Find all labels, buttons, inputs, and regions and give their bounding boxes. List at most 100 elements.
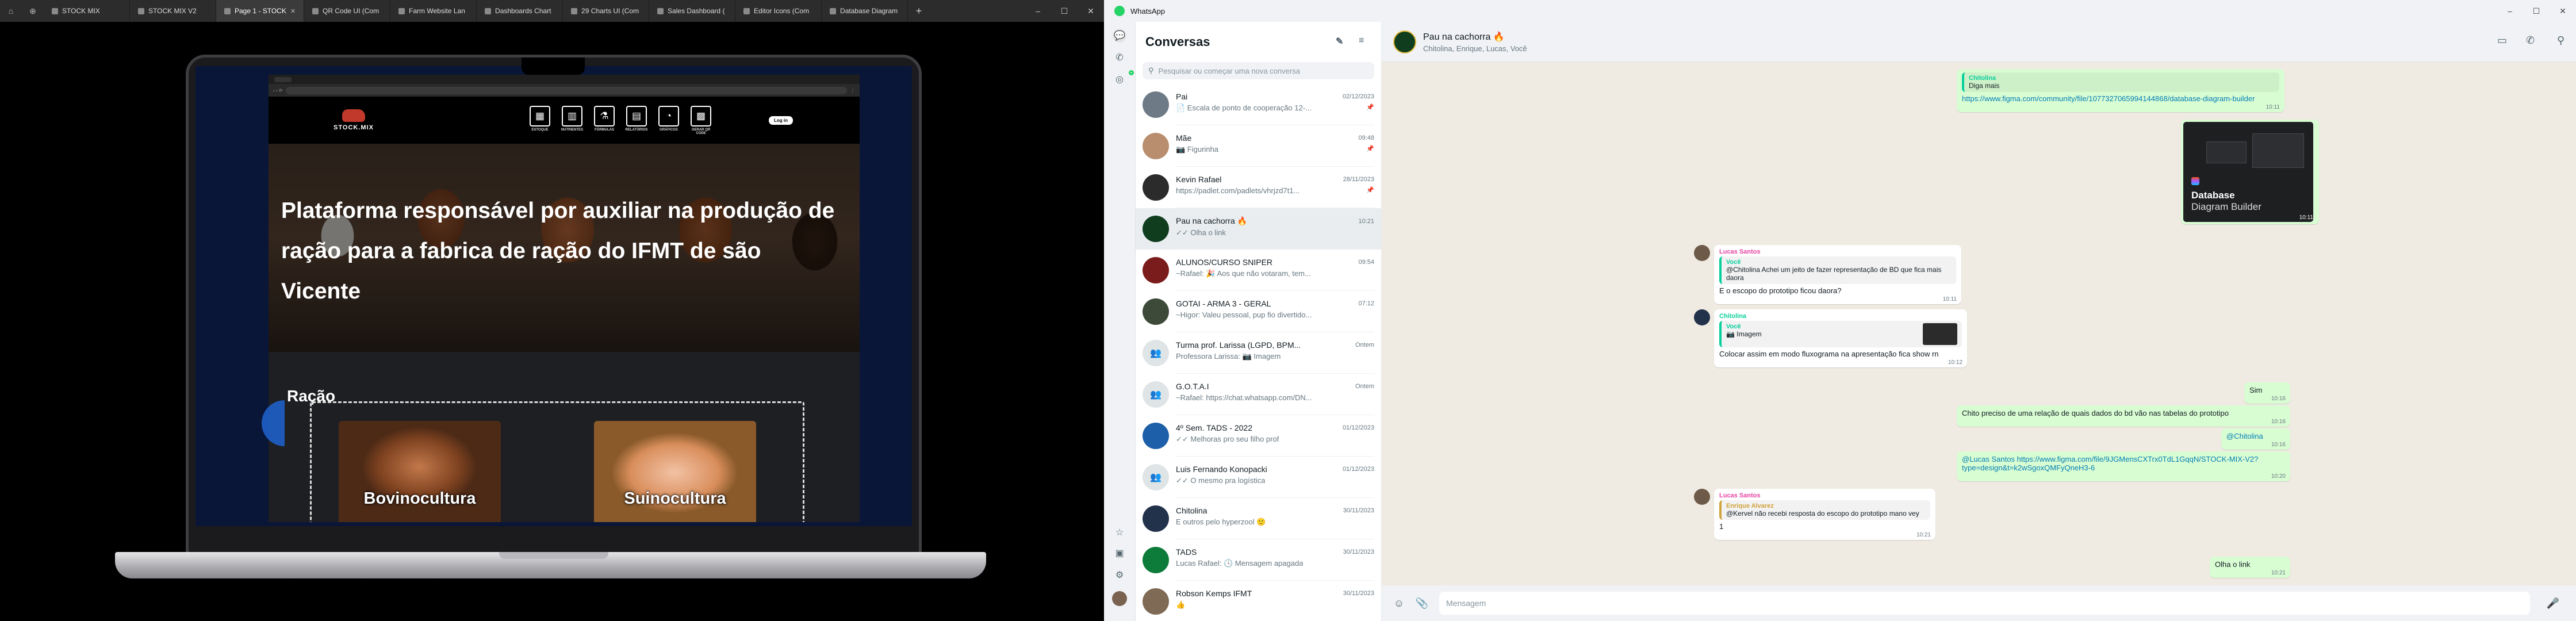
file-icon [485, 7, 492, 14]
chat-list-item[interactable]: 👥 Turma prof. Larissa (LGPD, BPM... Ontem P… [1136, 332, 1381, 374]
quoted-text: @Chitolina Achei um jeito de fazer repre… [1726, 266, 1942, 282]
site-logo[interactable]: STOCK.MIX [319, 109, 388, 131]
chat-list-item[interactable]: 👥 Luis Fernando Konopacki 01/12/2023 ✓✓ O m… [1136, 457, 1381, 498]
chat-list-item[interactable]: 👥 G.O.T.A.I Ontem ~Rafael: https://chat.wha… [1136, 374, 1381, 415]
chat-preview: ✓✓ Olha o link [1176, 228, 1226, 237]
message-bubble[interactable]: @Chitolina 10:16 [2221, 428, 2290, 450]
image-message[interactable]: Database Diagram Builder 10:11 [2181, 120, 2319, 224]
chat-list-item[interactable]: Kevin Rafael 28/11/2023 https://padlet.com… [1136, 167, 1381, 208]
message-bubble[interactable]: Lucas Santos Enrique Alvarez @Kervel não … [1714, 489, 1935, 540]
message-bubble[interactable]: Chitolina Diga mais https://www.figma.com… [1957, 69, 2284, 112]
figma-globe-icon[interactable]: ⊕ [22, 0, 44, 22]
chat-list-item[interactable]: Mãe 09:48 📷 Figurinha 📌 [1136, 125, 1381, 167]
site-brand: STOCK.MIX [334, 124, 374, 131]
close-icon[interactable]: ✕ [2550, 0, 2576, 22]
figma-tab[interactable]: Farm Website Lan [390, 0, 477, 22]
new-tab-button[interactable]: + [908, 5, 930, 17]
chat-list-item[interactable]: ALUNOS/CURSO SNIPER 09:54 ~Rafael: 🎉 Aos q… [1136, 250, 1381, 291]
calls-icon[interactable]: ✆ [1113, 51, 1126, 64]
database-diagram-image[interactable]: Database Diagram Builder [2183, 122, 2313, 222]
close-tab-icon[interactable]: ✕ [290, 7, 296, 15]
card-bovinocultura[interactable]: Bovinocultura [339, 421, 501, 522]
avatar[interactable] [1694, 489, 1710, 505]
message-bubble[interactable]: Sim 10:16 [2244, 382, 2290, 404]
chat-avatar [1143, 547, 1169, 573]
quoted-message[interactable]: Chitolina Diga mais [1962, 72, 2279, 92]
profile-avatar[interactable] [1112, 591, 1127, 606]
message-bubble[interactable]: Lucas Santos Você @Chitolina Achei um jei… [1714, 245, 1961, 304]
chat-list-item[interactable]: Pau na cachorra 🔥 10:21 ✓✓ Olha o link [1136, 208, 1381, 250]
file-icon [398, 7, 405, 14]
figma-tab[interactable]: QR Code UI (Com [304, 0, 391, 22]
maximize-icon[interactable]: ☐ [2523, 0, 2550, 22]
minimize-icon[interactable]: – [2497, 0, 2523, 22]
microphone-icon[interactable]: 🎤 [2542, 597, 2564, 610]
message-link[interactable]: https://www.figma.com/community/file/107… [1962, 94, 2279, 103]
conversation-header[interactable]: Pau na cachorra 🔥 Chitolina, Enrique, Lu… [1382, 22, 2576, 62]
chat-avatar [1143, 257, 1169, 283]
chat-avatar [1143, 298, 1169, 325]
message-input[interactable]: Mensagem [1439, 592, 2530, 615]
figma-tab[interactable]: STOCK MIX [44, 0, 130, 22]
starred-icon[interactable]: ☆ [1113, 526, 1126, 539]
site-nav-item[interactable]: ⚗ FÓRMULAS [592, 105, 617, 135]
quoted-text: Diga mais [1969, 82, 2000, 90]
chat-list-item[interactable]: TADS 30/11/2023 Lucas Rafael: 🕓 Mensagem a… [1136, 539, 1381, 581]
avatar[interactable] [1694, 245, 1710, 261]
message-bubble[interactable]: @Lucas Santos https://www.figma.com/file… [1957, 451, 2290, 481]
quoted-message[interactable]: Você @Chitolina Achei um jeito de fazer r… [1719, 256, 1956, 284]
status-icon[interactable]: ◎ • [1113, 70, 1134, 86]
chat-time: Ontem [1355, 383, 1374, 390]
nav-label: GERAR QR CODE [691, 128, 711, 135]
message-time: 10:20 [2271, 473, 2286, 480]
site-nav-item[interactable]: ▩ GERAR QR CODE [688, 105, 714, 135]
chat-info: ALUNOS/CURSO SNIPER 09:54 ~Rafael: 🎉 Aos q… [1176, 250, 1374, 291]
site-nav-item[interactable]: ◔ GRÁFICOS [656, 105, 681, 135]
chat-time: 01/12/2023 [1342, 424, 1374, 431]
settings-icon[interactable]: ⚙ [1113, 568, 1126, 582]
figma-tab[interactable]: STOCK MIX V2 [130, 0, 216, 22]
message-link[interactable]: @Lucas Santos https://www.figma.com/file… [1962, 455, 2285, 472]
chat-list-item[interactable]: Chitolina 30/11/2023 E outros pelo hyperzo… [1136, 498, 1381, 539]
hero-title: Plataforma responsável por auxiliar na p… [281, 198, 835, 304]
site-nav-item[interactable]: ▥ NUTRIENTES [559, 105, 585, 135]
search-field[interactable]: ⚲ Pesquisar ou começar uma nova conversa [1143, 62, 1374, 79]
card-suinocultura[interactable]: Suinocultura [594, 421, 756, 522]
new-chat-icon[interactable]: ✎ [1336, 36, 1343, 47]
filter-icon[interactable]: ≡ [1359, 36, 1364, 46]
figma-tab[interactable]: Sales Dashboard ( [649, 0, 736, 22]
voice-call-icon[interactable]: ✆ [2526, 34, 2535, 47]
figma-tab[interactable]: Page 1 - STOCK ✕ [216, 0, 305, 22]
chat-list-item[interactable]: Pai 02/12/2023 📄 Escala de ponto de cooper… [1136, 84, 1381, 125]
close-icon[interactable]: ✕ [1078, 0, 1104, 22]
figma-tab[interactable]: Editor Icons (Com [735, 0, 822, 22]
emoji-icon[interactable]: ☺ [1387, 597, 1410, 610]
site-nav-item[interactable]: ▤ RELATÓRIOS [624, 105, 649, 135]
maximize-icon[interactable]: ☐ [1051, 0, 1078, 22]
attach-icon[interactable]: 📎 [1410, 597, 1433, 610]
figma-tab[interactable]: 29 Charts UI (Com [563, 0, 650, 22]
chat-list-item[interactable]: 4º Sem. TADS - 2022 01/12/2023 ✓✓ Melhoras… [1136, 415, 1381, 457]
chats-icon[interactable]: 💬 [1113, 29, 1126, 43]
figma-logo-icon [2191, 177, 2199, 185]
search-icon[interactable]: ⚲ [2557, 34, 2564, 47]
chat-info: Pau na cachorra 🔥 10:21 ✓✓ Olha o link [1176, 208, 1374, 250]
message-bubble[interactable]: Chitolina Você 📷 Imagem Colocar assim em … [1714, 309, 1967, 367]
video-call-icon[interactable]: ▭ [2497, 34, 2507, 47]
message-bubble[interactable]: Olha o link 10:21 [2210, 557, 2290, 578]
archived-icon[interactable]: ▣ [1113, 546, 1126, 560]
figma-tab[interactable]: Database Diagram [822, 0, 908, 22]
figma-tab[interactable]: Dashboards Chart [477, 0, 564, 22]
quoted-message[interactable]: Enrique Alvarez @Kervel não recebi respos… [1719, 500, 1930, 520]
minimize-icon[interactable]: – [1025, 0, 1051, 22]
group-avatar[interactable] [1393, 30, 1416, 53]
message-mention[interactable]: @Chitolina [2226, 432, 2285, 440]
quoted-message[interactable]: Você 📷 Imagem [1719, 321, 1962, 347]
message-bubble[interactable]: Chito preciso de uma relação de quais da… [1957, 405, 2290, 427]
avatar[interactable] [1694, 309, 1710, 325]
chat-list-item[interactable]: Robson Kemps IFMT 30/11/2023 👍 [1136, 581, 1381, 621]
chat-list-item[interactable]: GOTAI - ARMA 3 - GERAL 07:12 ~Higor: Valeu… [1136, 291, 1381, 332]
login-button[interactable]: Log in [769, 116, 793, 125]
site-nav-item[interactable]: ▦ ESTOQUE [527, 105, 553, 135]
figma-home-icon[interactable]: ⌂ [0, 0, 22, 22]
